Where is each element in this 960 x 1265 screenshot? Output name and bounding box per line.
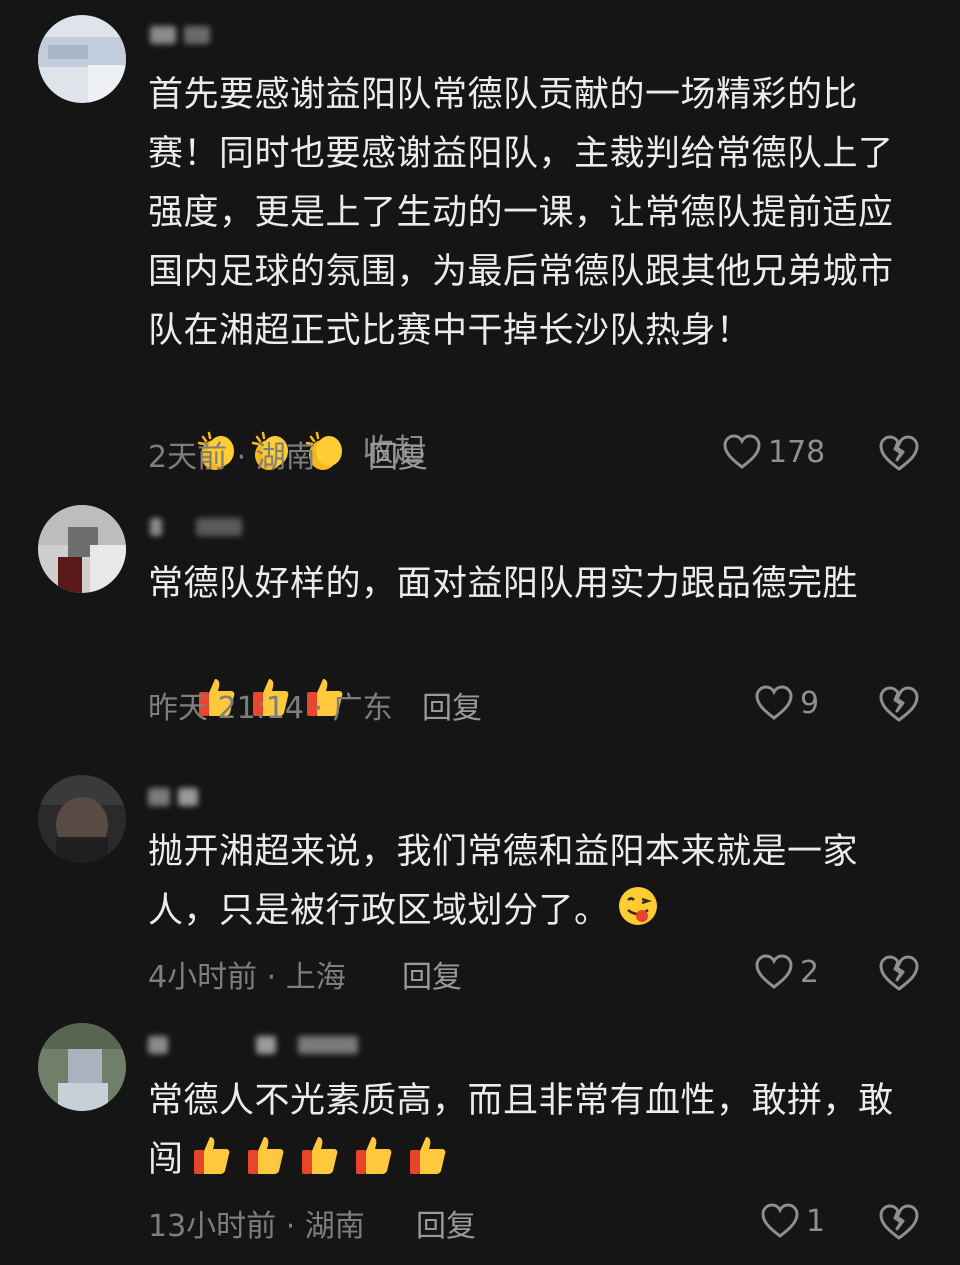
thumbs-up-emoji [409,1137,445,1174]
like-button[interactable]: 2 [754,952,819,992]
comment-text: 首先要感谢益阳队常德队贡献的一场精彩的比赛！同时也要感谢益阳队，主裁判给常德队上… [148,75,894,351]
comment-meta: 13小时前 · 湖南 [148,1209,365,1244]
thumbs-up-emoji [355,1137,391,1174]
comment-meta: 昨天 21:14 · 广东 [148,691,393,726]
reply-button[interactable]: 回复 [422,683,482,727]
like-button[interactable]: 178 [722,432,825,472]
broken-heart-icon[interactable] [878,1201,920,1243]
like-button[interactable]: 9 [754,683,819,723]
comment-meta: 2天前 · 湖南 [148,440,316,475]
broken-heart-icon[interactable] [878,683,920,725]
heart-outline-icon [723,434,761,469]
like-count: 1 [806,1203,826,1239]
reply-button[interactable]: 回复 [402,952,462,996]
thumbs-up-emoji [247,1137,283,1174]
broken-heart-icon[interactable] [878,952,920,994]
thumbs-up-emoji [193,1137,229,1174]
like-button[interactable]: 1 [760,1201,825,1241]
like-count: 9 [800,685,820,721]
avatar[interactable] [38,505,126,593]
heart-outline-icon [761,1203,799,1238]
thumbs-up-emoji [301,1137,337,1174]
like-count: 2 [800,954,820,990]
reply-button[interactable]: 回复 [368,432,428,476]
heart-outline-icon [755,685,793,720]
comment-meta: 4小时前 · 上海 [148,960,346,995]
heart-outline-icon [755,954,793,989]
avatar[interactable] [38,1023,126,1111]
comment-text: 常德人不光素质高，而且非常有血性，敢拼，敢闯 [148,1081,894,1180]
avatar[interactable] [38,15,126,103]
broken-heart-icon[interactable] [878,432,920,474]
reply-button[interactable]: 回复 [416,1201,476,1245]
like-count: 178 [768,434,826,470]
comment-text: 常德队好样的，面对益阳队用实力跟品德完胜 [148,564,859,604]
tongue-face-emoji [618,887,657,925]
comment-text: 抛开湘超来说，我们常德和益阳本来就是一家人，只是被行政区域划分了。 [148,832,859,931]
avatar[interactable] [38,775,126,863]
